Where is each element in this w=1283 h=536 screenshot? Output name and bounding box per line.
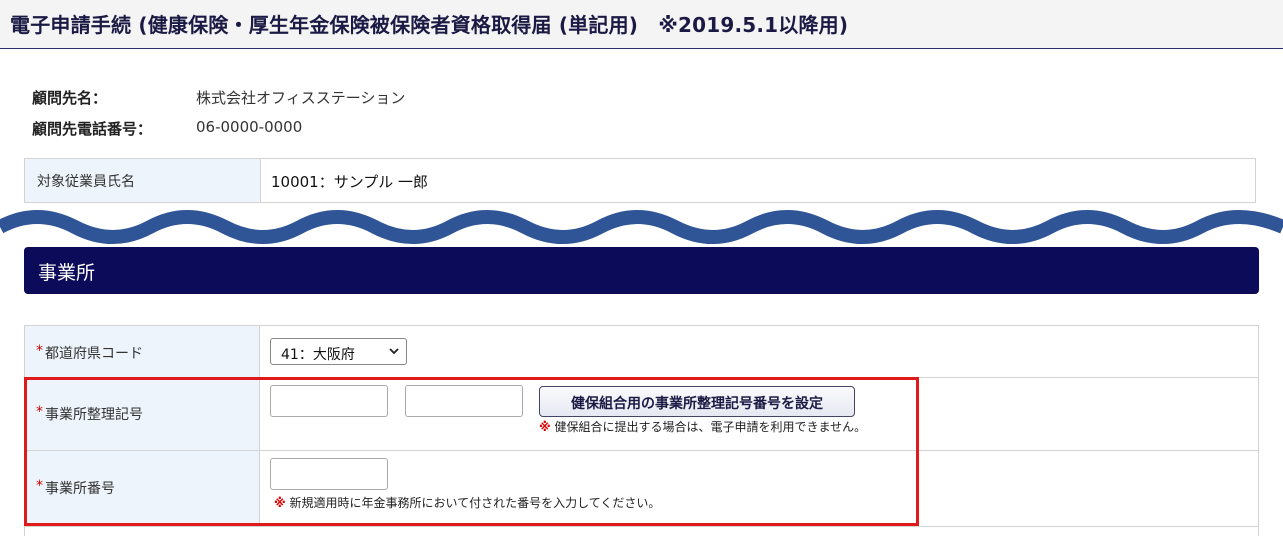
client-phone-label: 顧問先電話番号： <box>32 120 153 138</box>
required-mark: * <box>36 478 43 494</box>
employee-label: 対象従業員氏名 <box>37 174 135 190</box>
set-kenpo-office-code-button[interactable]: 健保組合用の事業所整理記号番号を設定 <box>539 386 855 417</box>
office-number-row: * 事業所番号 <box>25 451 1258 527</box>
section-header: 事業所 <box>24 247 1259 294</box>
required-mark: * <box>36 404 43 420</box>
employee-value: 10001：サンプル 一郎 <box>271 173 429 191</box>
office-code-input-1[interactable] <box>270 385 388 417</box>
office-code-label: 事業所整理記号 <box>45 407 143 423</box>
client-name-value: 株式会社オフィスステーション <box>196 89 406 107</box>
client-phone-value: 06-0000-0000 <box>196 118 303 136</box>
office-number-note-text: 新規適用時に年金事務所において付された番号を入力してください。 <box>289 496 661 510</box>
chevron-down-icon <box>389 348 399 355</box>
page-title: 電子申請手続 (健康保険・厚生年金保険被保険者資格取得届 (単記用) ※2019… <box>10 13 849 37</box>
client-name-label: 顧問先名： <box>32 89 108 107</box>
required-mark: * <box>36 343 43 359</box>
office-code-note-text: 健保組合に提出する場合は、電子申請を利用できません。 <box>554 420 867 434</box>
office-number-note: ※ 新規適用時に年金事務所において付された番号を入力してください。 <box>274 494 660 511</box>
note-mark: ※ <box>274 496 286 510</box>
prefecture-row: * 都道府県コード 41：大阪府 <box>25 326 1258 378</box>
office-number-label: 事業所番号 <box>45 481 115 497</box>
section-title: 事業所 <box>38 262 96 284</box>
prefecture-label: 都道府県コード <box>45 346 143 362</box>
prefecture-label-cell: * 都道府県コード <box>25 326 260 377</box>
set-kenpo-office-code-button-label: 健保組合用の事業所整理記号番号を設定 <box>571 396 823 412</box>
office-number-label-cell: * 事業所番号 <box>25 451 260 526</box>
office-number-input[interactable] <box>270 458 388 490</box>
office-code-input-2[interactable] <box>405 385 523 417</box>
office-code-note: ※ 健保組合に提出する場合は、電子申請を利用できません。 <box>539 418 866 435</box>
prefecture-selected-value: 41：大阪府 <box>281 347 355 363</box>
office-code-label-cell: * 事業所整理記号 <box>25 378 260 450</box>
page-header: 電子申請手続 (健康保険・厚生年金保険被保険者資格取得届 (単記用) ※2019… <box>0 0 1283 49</box>
prefecture-select[interactable]: 41：大阪府 <box>270 338 407 365</box>
note-mark: ※ <box>539 420 551 434</box>
